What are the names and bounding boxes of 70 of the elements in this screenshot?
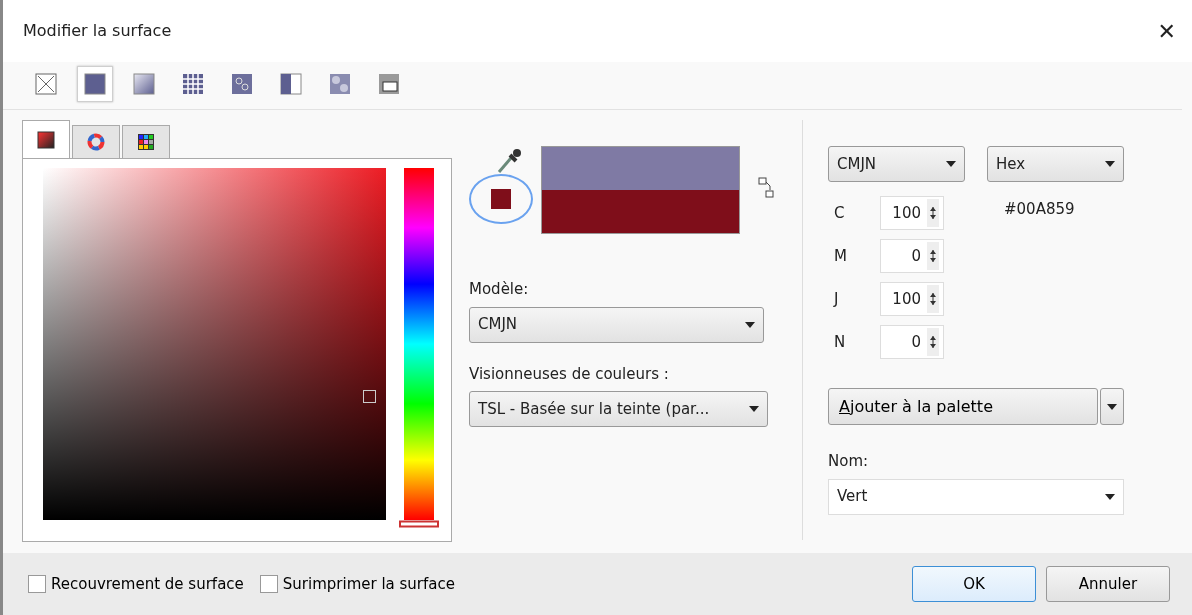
spin-arrows-icon[interactable] [930, 335, 936, 349]
component-label: J [832, 288, 840, 310]
spin-value: 0 [911, 331, 921, 353]
dialog-button[interactable]: Annuler [1046, 566, 1170, 602]
two-color-fill-icon [280, 73, 302, 95]
hex-value: #00A859 [1004, 199, 1075, 220]
select-value: CMJN [478, 314, 518, 336]
color-field[interactable] [43, 168, 386, 520]
color-wheel-icon [87, 133, 105, 151]
color-model-dropdown[interactable]: CMJN [828, 146, 965, 182]
model-dropdown[interactable]: CMJN [469, 306, 764, 343]
add-to-palette-button[interactable]: Ajouter à la palette [828, 388, 1098, 425]
uniform-fill-icon [84, 73, 106, 95]
name-label: Nom: [828, 451, 870, 472]
spin-arrows[interactable] [927, 328, 939, 356]
picker-tab[interactable] [22, 120, 70, 158]
color-picker-handle[interactable] [363, 390, 376, 403]
checkbox-option[interactable]: Surimprimer la surface [259, 572, 455, 596]
caret-icon [749, 406, 759, 412]
spin-arrows[interactable] [927, 199, 939, 227]
sample-color-button[interactable] [469, 174, 533, 224]
component-spin-field[interactable]: 100 [880, 196, 944, 230]
gradient-fill-icon [133, 73, 155, 95]
color-viewer-dropdown[interactable]: TSL - Basée sur la teinte (par... [469, 391, 768, 427]
caret-icon [1105, 493, 1115, 500]
dialog-button[interactable]: OK [912, 566, 1036, 602]
caret-icon [1105, 161, 1115, 167]
spin-arrows-icon[interactable] [930, 292, 936, 306]
select-value: TSL - Basée sur la teinte (par... [478, 398, 710, 420]
hex-format-dropdown[interactable]: Hex [987, 146, 1124, 182]
model-label: Modèle: [469, 279, 530, 300]
picker-tab[interactable] [122, 125, 170, 158]
viewer-label: Visionneuses de couleurs : [469, 363, 670, 385]
window-title: Modifier la surface [23, 20, 172, 42]
component-label: N [833, 331, 847, 353]
select-value: Hex [996, 153, 1026, 175]
component-spin-field[interactable]: 100 [880, 282, 944, 316]
spin-arrows-icon[interactable] [930, 249, 936, 263]
spin-value: 100 [892, 202, 921, 224]
checkbox[interactable] [259, 575, 278, 593]
component-spin-field[interactable]: 0 [880, 325, 944, 359]
spin-value: 0 [911, 245, 921, 267]
field-value: Vert [837, 486, 868, 508]
add-options-button[interactable] [1100, 388, 1124, 425]
caret-icon [745, 321, 755, 328]
none-fill-icon [35, 73, 57, 95]
bitmap-fill-icon [231, 73, 253, 95]
name-combo-field[interactable]: Vert [828, 478, 1124, 515]
checkbox[interactable] [28, 575, 46, 593]
close-button[interactable]: ✕ [1153, 14, 1180, 48]
checkbox-option[interactable]: Recouvrement de surface [28, 572, 244, 596]
pattern-fill-icon [182, 73, 204, 95]
select-value: CMJN [837, 153, 877, 175]
swap-colors-icon[interactable] [758, 176, 774, 199]
caret-icon [1107, 403, 1117, 410]
eyedropper-icon[interactable] [497, 146, 523, 174]
component-label: C [833, 202, 846, 224]
spin-arrows-icon[interactable] [930, 206, 936, 220]
caret-icon [946, 161, 956, 167]
spin-value: 100 [892, 288, 921, 310]
texture-fill-icon [329, 73, 351, 95]
fill-type-button[interactable] [77, 66, 113, 102]
hue-slider[interactable] [399, 168, 439, 529]
color-grid-icon [137, 133, 155, 151]
component-label: M [833, 245, 848, 267]
component-spin-field[interactable]: 0 [880, 239, 944, 273]
color-square-icon [37, 130, 55, 149]
spin-arrows[interactable] [927, 285, 939, 313]
spin-arrows[interactable] [927, 242, 939, 270]
hue-slider-thumb[interactable] [399, 520, 439, 528]
